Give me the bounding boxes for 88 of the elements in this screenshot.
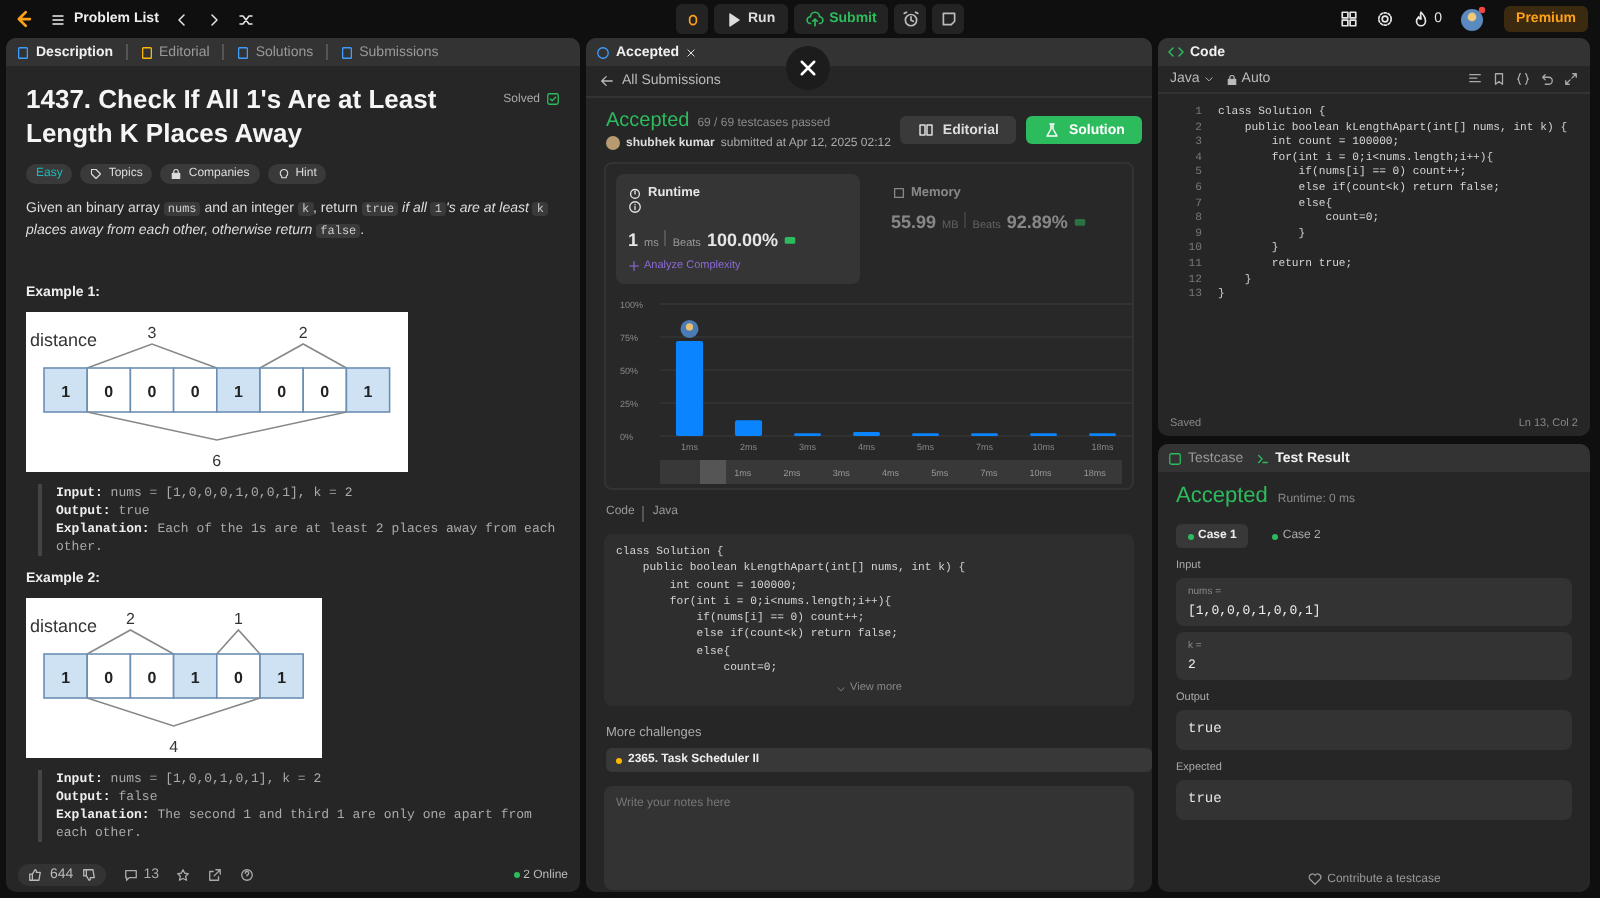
distance-bracket [216,628,261,655]
cell-value: 0 [320,383,330,401]
settings-icon [1376,10,1395,28]
shuffle-icon [238,11,255,27]
avatar-icon [606,136,620,150]
submission-status: Accepted [606,110,690,132]
format-icon [1468,72,1482,86]
distance-value: 1 [233,610,243,628]
thumbs-down-icon [81,868,96,882]
cell-value: 0 [190,383,200,401]
tab-icon [235,45,250,59]
fire-icon [1412,10,1431,28]
distance-bracket [86,629,175,655]
book-icon [918,122,935,138]
cell-value: 0 [147,383,157,401]
tag-icon [90,168,103,180]
bar [734,420,763,436]
note-icon [939,10,958,28]
debug-button[interactable] [676,4,708,34]
total-distance: 6 [212,452,222,470]
chevron-right-icon [206,11,223,27]
stopwatch-icon [628,186,642,200]
cell-value: 1 [61,669,71,687]
distance-value: 2 [125,610,135,628]
logo-icon [12,8,34,30]
thumbs-up-icon [28,868,42,882]
distance-value: 3 [147,324,157,342]
distance-value: 2 [298,324,308,342]
share-icon [208,868,223,882]
problem-title: 1437. Check If All 1's Are at Least Length K Places Away [26,82,439,150]
cell-value: 0 [104,383,114,401]
undo-icon [1540,72,1554,86]
flask-icon [1044,122,1061,138]
avatar-marker-icon [680,319,699,338]
cell-value: 0 [147,669,157,687]
list-icon [50,11,66,27]
result-status: Accepted [1176,484,1268,508]
grid-icon [1340,10,1359,28]
star-icon [176,868,191,882]
arrow-left-icon [600,74,614,88]
cell-value: 1 [190,669,200,687]
distance-label: distance [30,616,97,636]
distance-bracket [259,343,348,369]
caret-icon [1203,74,1214,84]
close-icon [685,47,696,57]
notes-button[interactable] [932,4,965,34]
total-distance: 4 [169,738,179,756]
cell-value: 0 [233,669,243,687]
expand-icon [1564,72,1578,86]
close-icon [798,58,818,78]
tab-icon [16,45,30,59]
comment-icon [123,868,138,882]
cell-value: 1 [363,383,373,401]
cell-value: 1 [233,383,243,401]
bar [675,340,704,436]
chevron-down-icon [836,683,847,694]
stat-value: 55.99 [891,212,937,232]
braces-icon [1516,72,1530,86]
beats-percent: 100.00% [706,230,778,250]
code-icon [1168,44,1184,60]
alarm-clock-icon [901,10,920,28]
cell-value: 0 [104,669,114,687]
lock-icon [170,168,183,180]
clock-icon [596,45,610,59]
help-icon [240,868,255,882]
cell-value: 0 [277,383,287,401]
distance-label: distance [30,330,97,350]
lock-icon [1225,73,1238,85]
check-square-icon [546,92,560,106]
lightbulb-icon [277,168,290,180]
cell-value: 1 [277,669,287,687]
checkbox-icon [1168,451,1182,465]
play-icon [726,11,742,27]
distance-bracket [86,343,218,369]
cell-value: 1 [61,383,71,401]
terminal-icon [1255,451,1270,465]
beats-percent: 92.89% [1006,212,1068,232]
tab-icon [339,45,354,59]
avatar-icon [1460,6,1487,32]
bookmark-icon [1492,72,1506,86]
cloud-upload-icon [805,10,824,28]
heart-icon [1307,872,1322,886]
chevron-left-icon [174,11,191,27]
close-button[interactable] [786,46,830,90]
tab-icon [139,45,154,59]
stat-value: 1 [628,230,639,250]
timer-button[interactable] [894,4,927,34]
info-icon [628,200,642,214]
